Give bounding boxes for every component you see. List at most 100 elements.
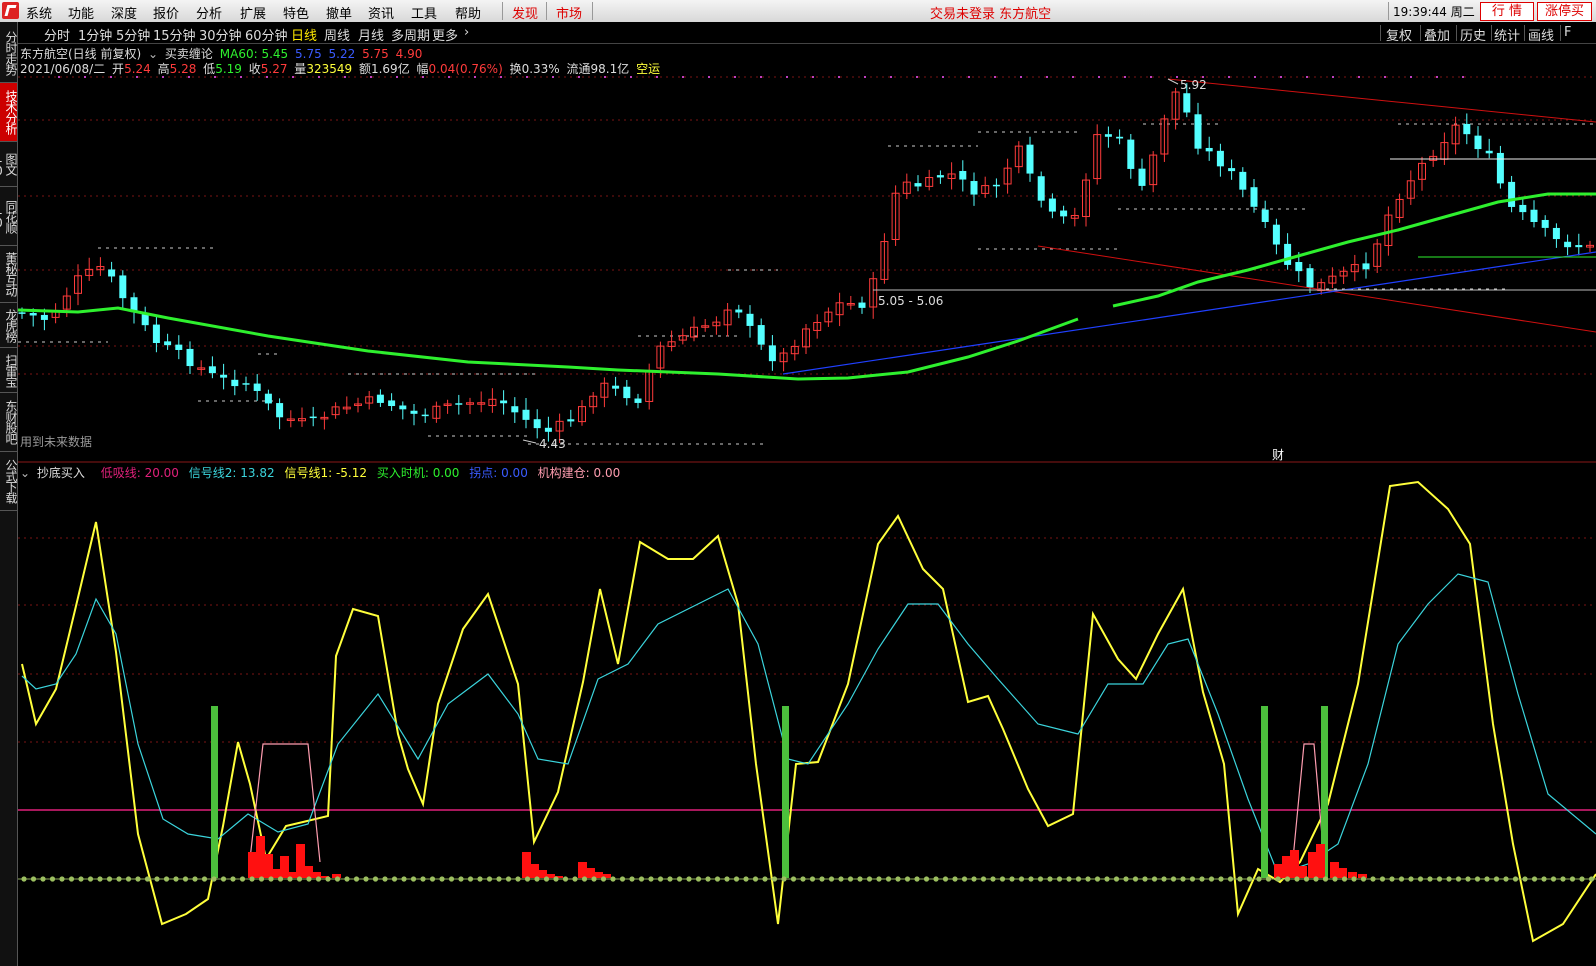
tool-stats[interactable]: 统计 <box>1494 25 1520 44</box>
inst-bar <box>1290 850 1299 878</box>
side-tab-ths[interactable]: 同花顺10 <box>0 187 18 246</box>
chevron-right-icon[interactable]: › <box>464 25 469 40</box>
zero-dot <box>1474 876 1481 882</box>
menu-cancel-order[interactable]: 撤单 <box>326 3 352 22</box>
candle-down <box>768 345 776 362</box>
period-15min[interactable]: 15分钟 <box>153 25 196 44</box>
menu-help[interactable]: 帮助 <box>455 3 481 22</box>
period-1min[interactable]: 1分钟 <box>78 25 112 44</box>
event-dot <box>1410 76 1412 78</box>
candle-down <box>1362 263 1370 270</box>
tool-f[interactable]: F <box>1564 25 1571 40</box>
period-5min[interactable]: 5分钟 <box>116 25 150 44</box>
zero-dot <box>239 876 246 882</box>
clock: 19:39:44 周二 <box>1393 5 1475 19</box>
menu-function[interactable]: 功能 <box>68 3 94 22</box>
candle-down <box>522 409 530 420</box>
event-dot <box>1280 76 1282 78</box>
zero-dot <box>591 876 597 882</box>
menu-extend[interactable]: 扩展 <box>240 3 266 22</box>
side-tab-formula[interactable]: 公式下载 <box>0 452 18 511</box>
menu-tools[interactable]: 工具 <box>411 3 437 22</box>
event-dot <box>1020 76 1022 78</box>
zero-dot <box>553 876 559 882</box>
event-dot <box>1046 76 1048 78</box>
inst-bar <box>522 852 531 878</box>
menu-analysis[interactable]: 分析 <box>196 3 222 22</box>
candle-down <box>567 419 575 422</box>
zero-dot <box>135 876 141 882</box>
period-weekly[interactable]: 周线 <box>324 25 350 44</box>
menu-market[interactable]: 市场 <box>556 3 582 22</box>
period-60min[interactable]: 60分钟 <box>245 25 288 44</box>
zero-dot <box>999 876 1006 882</box>
event-dot <box>1228 76 1230 78</box>
tool-adjust[interactable]: 复权 <box>1386 25 1412 44</box>
side-tab-graphic[interactable]: 图文10 <box>0 142 18 187</box>
zero-dot <box>771 876 778 882</box>
side-tab-secretary[interactable]: 董秘互动 <box>0 246 18 303</box>
candle-down <box>1508 181 1516 207</box>
zero-dot <box>144 876 151 882</box>
zero-dot <box>1028 876 1034 882</box>
grid-lines <box>18 76 1596 743</box>
toolbar-separator <box>1491 25 1492 41</box>
zero-dot <box>106 876 113 882</box>
side-tab-dragon-tiger[interactable]: 龙虎榜 <box>0 303 18 348</box>
zero-dot <box>458 876 464 882</box>
side-tab-minesweeper[interactable]: 扫雷宝 <box>0 348 18 393</box>
period-more[interactable]: 更多 <box>432 25 458 44</box>
zero-dot <box>1446 876 1452 882</box>
zero-dot <box>21 876 27 882</box>
candle-down <box>1519 204 1527 213</box>
zero-dot <box>819 876 825 882</box>
menu-depth[interactable]: 深度 <box>111 3 137 22</box>
menu-feature[interactable]: 特色 <box>283 3 309 22</box>
candle-down <box>141 314 149 326</box>
period-intraday[interactable]: 分时 <box>44 25 70 44</box>
zero-dot <box>1066 876 1072 882</box>
toolbar-separator <box>1560 25 1561 41</box>
menu-discover[interactable]: 发现 <box>512 3 538 22</box>
zero-dot <box>1018 876 1025 882</box>
side-tab-technical[interactable]: 技术分析 <box>0 83 18 142</box>
zero-dot <box>543 876 550 882</box>
zero-dot <box>705 876 711 882</box>
zero-dot <box>610 876 616 882</box>
zero-dot <box>1360 876 1367 882</box>
inst-bar <box>578 862 587 878</box>
candle-down <box>1261 209 1269 222</box>
candle-down <box>1239 171 1247 190</box>
zero-dot <box>743 876 749 882</box>
finance-marker[interactable]: 财 <box>1272 448 1284 462</box>
menu-system[interactable]: 系统 <box>26 3 52 22</box>
zero-dot <box>125 876 132 882</box>
side-tab-intraday[interactable]: 分时走势 <box>0 24 18 83</box>
candle-down <box>18 312 26 314</box>
chart-canvas[interactable]: 5.92 4.43 5.05 - 5.06 用到未来数据 财 <box>18 44 1596 966</box>
tool-overlay[interactable]: 叠加 <box>1424 25 1450 44</box>
side-tab-forum[interactable]: 东财股吧 <box>0 393 18 452</box>
candle-down <box>421 414 429 417</box>
menu-quote[interactable]: 报价 <box>153 3 179 22</box>
candle-down <box>1026 144 1034 174</box>
period-monthly[interactable]: 月线 <box>358 25 384 44</box>
zero-dot <box>220 876 227 882</box>
period-daily[interactable]: 日线 <box>291 25 317 44</box>
tool-history[interactable]: 历史 <box>1460 25 1486 44</box>
quote-button[interactable]: 行 情 <box>1480 2 1534 21</box>
candle-down <box>455 403 463 405</box>
period-30min[interactable]: 30分钟 <box>199 25 242 44</box>
candle-down <box>1306 268 1314 288</box>
event-dot <box>136 76 138 78</box>
candle-down <box>1552 227 1560 240</box>
menu-news[interactable]: 资讯 <box>368 3 394 22</box>
candle-down <box>40 314 48 320</box>
period-multi[interactable]: 多周期 <box>391 25 430 44</box>
zero-dot <box>1408 876 1414 882</box>
menu-separator <box>592 2 593 20</box>
tool-drawline[interactable]: 画线 <box>1528 25 1554 44</box>
candle-down <box>309 416 317 419</box>
limit-up-buy-button[interactable]: 涨停买 <box>1537 2 1592 21</box>
candle-down <box>914 183 922 187</box>
